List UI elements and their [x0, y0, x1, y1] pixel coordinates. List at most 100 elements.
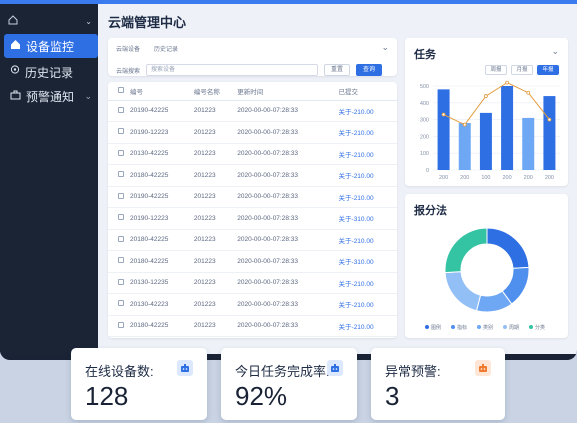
home-icon	[10, 39, 21, 53]
line-point	[547, 117, 552, 122]
sidebar-item-alerts[interactable]: 预警通知 ⌄	[4, 84, 98, 108]
tab-cloud-devices[interactable]: 云端设备	[116, 44, 140, 53]
column-header[interactable]: 编号	[130, 82, 194, 101]
column-header[interactable]: 更新时间	[237, 82, 339, 101]
legend-label: 周期	[509, 325, 519, 331]
donut-chart: 图例 指标 类别 周期 分类	[425, 227, 545, 331]
line-point	[484, 94, 488, 98]
legend-marker	[451, 325, 455, 329]
row-checkbox[interactable]	[118, 214, 124, 221]
bar	[522, 117, 535, 170]
column-header[interactable]: 已提交	[338, 82, 397, 101]
cell-status-link[interactable]: 关于-210.00	[338, 186, 397, 208]
page-title: 云端管理中心	[108, 15, 187, 30]
task-chart-card: 任务 ⌄ 周报 月报 年报 0 100 200 300 400 500 200 200 100 2…	[405, 38, 568, 186]
sidebar-home[interactable]: ⌄	[8, 12, 92, 30]
donut-slice	[486, 227, 530, 269]
table-row[interactable]: 20130-42223 201223 2020-00-00-07:28:33 关于-2…	[108, 293, 397, 316]
sidebar-item-label: 设备监控	[26, 39, 75, 54]
row-checkbox[interactable]	[118, 149, 124, 156]
cell-status-link[interactable]: 关于-210.00	[338, 229, 397, 251]
table-row[interactable]: 20190-12223 201223 2020-00-00-07:28:33 关于-2…	[108, 121, 397, 144]
device-table: 编号 编号名称 更新时间 已提交 20190-42225 201223 2020-0…	[108, 82, 397, 338]
table-row[interactable]: 20130-42225 201223 2020-00-00-07:28:33 关于-2…	[108, 143, 397, 165]
cell-id: 20180-42225	[130, 229, 194, 251]
table-row[interactable]: 20190-42225 201223 2020-00-00-07:28:33 关于-2…	[108, 186, 397, 208]
cell-time: 2020-00-00-07:28:33	[237, 164, 339, 187]
cell-status-link[interactable]: 关于-210.00	[338, 272, 397, 294]
table-row[interactable]: 20180-42225 201223 2020-00-00-07:28:33 关于-2…	[108, 229, 397, 251]
line-point	[462, 122, 467, 127]
table-row[interactable]: 20190-42225 201223 2020-00-00-07:28:33 关于-2…	[108, 100, 397, 122]
x-tick-label: 200	[460, 175, 469, 181]
cell-status-link[interactable]: 关于-310.00	[338, 250, 397, 273]
cell-status-link[interactable]: 关于-210.00	[338, 164, 397, 187]
chevron-down-icon[interactable]: ⌄	[381, 42, 389, 53]
cell-id: 20190-12223	[130, 207, 194, 230]
y-tick-label: 400	[420, 101, 429, 107]
cell-id: 20130-42223	[130, 293, 194, 316]
tab-history[interactable]: 历史记录	[154, 44, 178, 53]
stat-card-alerts: 异常预警: 3	[371, 348, 505, 420]
row-checkbox[interactable]	[118, 278, 124, 285]
row-checkbox[interactable]	[118, 235, 124, 242]
cell-time: 2020-00-00-07:28:33	[237, 121, 339, 144]
x-tick-label: 100	[481, 175, 490, 181]
select-all-checkbox[interactable]	[118, 86, 124, 93]
chevron-down-icon: ⌄	[84, 90, 92, 101]
query-button[interactable]: 查询	[356, 64, 383, 76]
row-checkbox[interactable]	[118, 192, 124, 199]
row-checkbox[interactable]	[118, 257, 124, 264]
device-icon	[327, 360, 343, 376]
cell-status-link[interactable]: 关于-210.00	[338, 143, 397, 165]
donut-chart-card: 报分法 图例 指标 类别 周期 分类	[405, 194, 568, 338]
table-row[interactable]: 20190-12223 201223 2020-00-00-07:28:33 关于-3…	[108, 207, 397, 230]
bar	[458, 122, 471, 170]
row-checkbox[interactable]	[118, 321, 124, 328]
filter-panel: 云端设备 历史记录 ⌄ 云端搜索 搜索设备 重置 查询	[108, 38, 397, 76]
row-checkbox[interactable]	[118, 106, 124, 113]
cell-time: 2020-00-00-07:28:33	[237, 143, 339, 165]
cell-id: 20130-12235	[130, 272, 194, 294]
cell-name: 201223	[193, 272, 238, 294]
bar	[437, 89, 450, 170]
x-tick-label: 200	[545, 175, 554, 181]
x-tick-label: 200	[439, 175, 448, 181]
table-row[interactable]: 20130-12235 201223 2020-00-00-07:28:33 关于-2…	[108, 272, 397, 294]
cell-status-link[interactable]: 关于-210.00	[338, 315, 397, 337]
task-bar-chart: 0 100 200 300 400 500 200 200 100 200 200 200	[420, 80, 560, 181]
legend-marker	[529, 325, 533, 329]
column-header[interactable]: 编号名称	[193, 82, 238, 101]
legend-marker	[425, 325, 429, 329]
sidebar-item-device-monitor[interactable]: 设备监控	[4, 34, 98, 58]
cell-status-link[interactable]: 关于-310.00	[338, 207, 397, 230]
table-row[interactable]: 20180-42225 201223 2020-00-00-07:28:33 关于-2…	[108, 315, 397, 337]
cell-time: 2020-00-00-07:28:33	[237, 186, 339, 208]
stat-label: 在线设备数:	[85, 364, 154, 379]
reset-button[interactable]: 重置	[324, 64, 351, 76]
line-point	[441, 112, 446, 117]
cell-status-link[interactable]: 关于-210.00	[338, 100, 397, 122]
cell-status-link[interactable]: 关于-210.00	[338, 293, 397, 316]
cell-id: 20180-42225	[130, 164, 194, 187]
row-checkbox[interactable]	[118, 171, 124, 178]
cell-id: 20190-42225	[130, 100, 194, 122]
cell-status-link[interactable]: 关于-210.00	[338, 121, 397, 144]
cell-name: 201223	[193, 315, 238, 337]
briefcase-icon	[10, 89, 21, 103]
cell-time: 2020-00-00-07:28:33	[237, 100, 339, 122]
cell-name: 201223	[193, 186, 238, 208]
legend-label: 分类	[535, 324, 545, 331]
row-checkbox[interactable]	[118, 128, 124, 135]
sidebar: ⌄ 设备监控 历史记录 预警通知 ⌄	[0, 4, 98, 354]
donut-slice	[444, 227, 488, 274]
row-checkbox[interactable]	[118, 300, 124, 307]
y-tick-label: 500	[420, 84, 429, 90]
cell-name: 201223	[193, 100, 238, 122]
search-input[interactable]: 搜索设备	[146, 64, 319, 76]
sidebar-item-history[interactable]: 历史记录	[4, 60, 98, 84]
sidebar-item-label: 历史记录	[25, 65, 74, 80]
line-point	[526, 90, 531, 95]
table-row[interactable]: 20180-42225 201223 2020-00-00-07:28:33 关于-2…	[108, 164, 397, 187]
table-row[interactable]: 20180-42225 201223 2020-00-00-07:28:33 关于-3…	[108, 250, 397, 273]
